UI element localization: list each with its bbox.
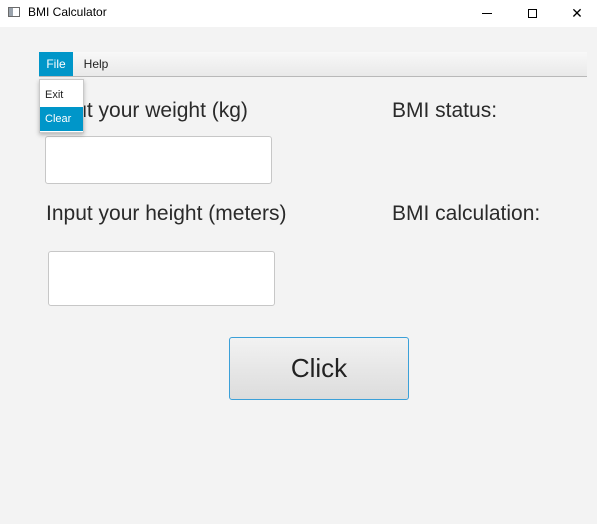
close-icon: ✕ <box>571 5 583 21</box>
height-label: Input your height (meters) <box>46 202 287 225</box>
window-title: BMI Calculator <box>28 5 107 19</box>
menu-item-exit[interactable]: Exit <box>40 83 83 107</box>
calculate-button[interactable]: Click <box>229 337 409 400</box>
menu-item-clear[interactable]: Clear <box>40 107 83 131</box>
maximize-icon <box>527 9 537 18</box>
menu-bar: File Help <box>39 52 587 77</box>
weight-input[interactable] <box>45 136 272 184</box>
window-titlebar: BMI Calculator ✕ <box>0 0 597 27</box>
minimize-button[interactable] <box>464 0 510 27</box>
close-button[interactable]: ✕ <box>554 0 597 27</box>
menu-help[interactable]: Help <box>77 52 115 76</box>
menu-file[interactable]: File <box>39 52 73 76</box>
bmi-calculation-label: BMI calculation: <box>392 202 541 225</box>
minimize-icon <box>482 13 492 14</box>
bmi-status-label: BMI status: <box>392 99 498 122</box>
height-input[interactable] <box>48 251 275 306</box>
maximize-button[interactable] <box>509 0 555 27</box>
file-menu-dropdown: Exit Clear <box>39 79 84 133</box>
app-window-icon <box>8 7 20 17</box>
